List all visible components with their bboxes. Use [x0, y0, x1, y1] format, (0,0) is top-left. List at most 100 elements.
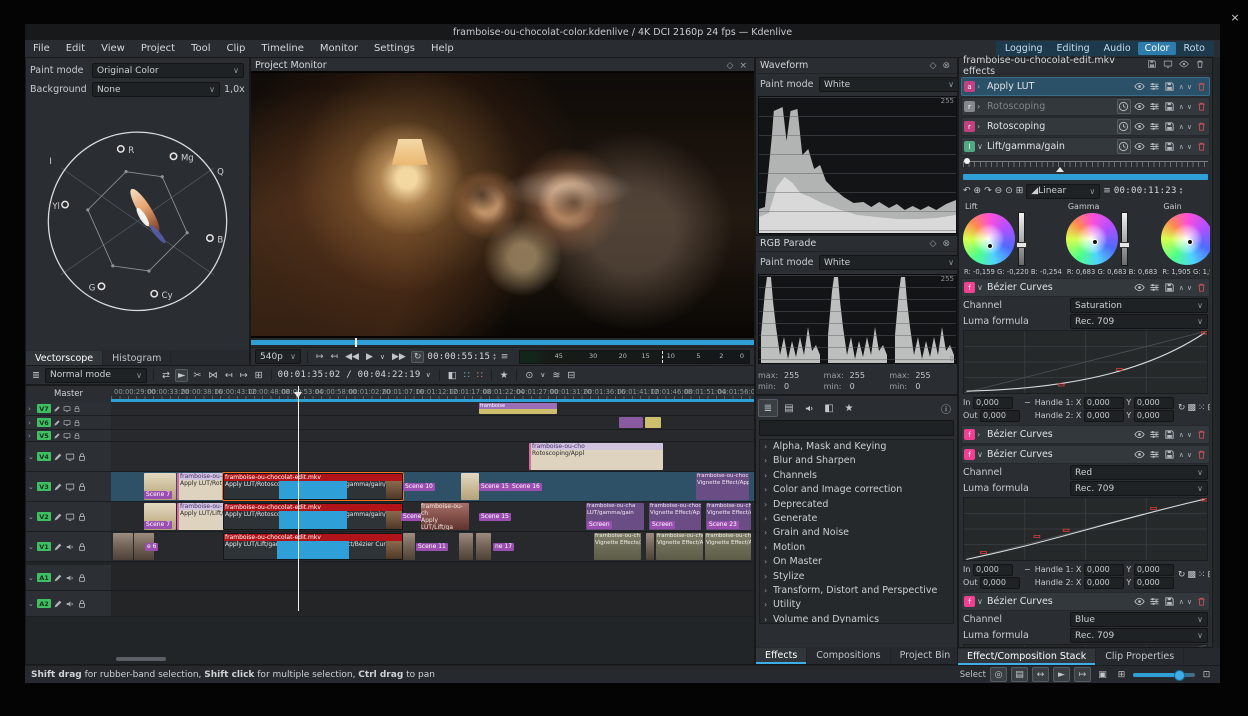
float-panel-icon[interactable]: ◇ [927, 61, 940, 71]
pencil-icon[interactable] [53, 599, 63, 609]
fast-forward-icon[interactable]: ▶▶ [390, 352, 408, 362]
zoom-slider-knob[interactable] [1174, 670, 1185, 681]
effect-stack-scrollbar[interactable] [1213, 57, 1220, 665]
menu-item-file[interactable]: File [25, 43, 58, 54]
favorites-icon[interactable]: ★ [840, 400, 858, 416]
gradient-background-icon[interactable]: ▩ [1187, 570, 1196, 580]
effects-category[interactable]: ›Color and Image correction [760, 483, 953, 497]
duplicate-keyframe-icon[interactable]: ⊞ [1016, 186, 1024, 196]
channel-select[interactable]: Saturation∨ [1070, 298, 1208, 313]
timeline-hscrollbar[interactable] [116, 657, 166, 661]
move-effect-down-icon[interactable]: ∨ [1187, 598, 1192, 606]
select-clips-icon[interactable]: ◎ [990, 667, 1007, 682]
menu-item-settings[interactable]: Settings [366, 43, 423, 54]
effects-category[interactable]: ›Alpha, Mask and Keying [760, 440, 953, 454]
workspace-tab-color[interactable]: Color [1138, 42, 1177, 55]
timeline-clip-label[interactable]: Scene 11 [416, 543, 448, 551]
workspace-tab-audio[interactable]: Audio [1097, 42, 1138, 55]
pencil-icon[interactable] [53, 405, 61, 413]
effect-collapse-icon[interactable]: ∨ [977, 283, 985, 292]
loop-zone-icon[interactable]: ↻ [411, 351, 425, 363]
reset-curve-icon[interactable]: ↻ [1178, 570, 1186, 580]
move-effect-up-icon[interactable]: ∧ [1179, 103, 1184, 111]
subtitle-icon[interactable]: ⊟ [565, 370, 577, 381]
timecode-spinner[interactable]: ▴▾ [1180, 187, 1183, 195]
keyframe-clock-icon[interactable] [1117, 99, 1131, 114]
lock-icon[interactable] [77, 573, 87, 583]
effect-row[interactable]: f›Bézier Curves∧∨ [961, 425, 1210, 444]
toggle-effect-icon[interactable] [1134, 282, 1146, 293]
pencil-icon[interactable] [53, 452, 63, 462]
luma-formula-select[interactable]: Rec. 709∨ [1070, 628, 1208, 643]
speaker-icon[interactable] [65, 599, 75, 609]
timeline-clip[interactable]: Scene 7 [144, 503, 176, 530]
tab-effects[interactable]: Effects [756, 648, 807, 664]
lock-icon[interactable] [77, 512, 87, 522]
handle1-y[interactable]: 0,000 [1134, 564, 1174, 576]
track-lane-v1[interactable]: e 6framboise-ou-chocolat-edit.mkvApply L… [111, 532, 755, 562]
reset-curve-icon[interactable]: ↻ [1178, 403, 1186, 413]
track-header-v4[interactable]: ⌄V4 [26, 442, 111, 472]
delete-effect-icon[interactable] [1195, 101, 1207, 112]
razor-tool-icon[interactable]: ✂ [191, 370, 203, 381]
keyframe-clock-icon[interactable] [1117, 139, 1131, 154]
float-panel-icon[interactable]: ◇ [927, 239, 940, 249]
wheel-level-slider[interactable] [1121, 212, 1128, 266]
audio-effects-icon[interactable] [800, 400, 818, 416]
timeline-clip[interactable]: framboise-ou-chApply LUT/Lift/ga [421, 503, 469, 530]
show-all-effects-icon[interactable]: ≣ [758, 399, 778, 417]
toggle-effect-icon[interactable] [1134, 596, 1146, 607]
menu-item-monitor[interactable]: Monitor [312, 43, 366, 54]
save-preset-icon[interactable] [1164, 596, 1176, 607]
timeline-clip[interactable]: framboise-ou-chocoVignette Effect/ApScre… [649, 503, 701, 530]
move-effect-up-icon[interactable]: ∧ [1179, 123, 1184, 131]
pencil-icon[interactable] [53, 482, 63, 492]
track-header-v6[interactable]: ›V6 [26, 416, 111, 430]
effect-row[interactable]: f∨Bézier Curves∧∨ [961, 592, 1210, 611]
track-collapse-icon[interactable]: ⌄ [28, 600, 35, 608]
float-panel-icon[interactable]: ◇ [724, 61, 737, 71]
tab-project-bin[interactable]: Project Bin [891, 648, 961, 664]
luma-formula-select[interactable]: Rec. 709∨ [1070, 314, 1208, 329]
record-icon[interactable]: ⊙ [523, 370, 535, 381]
audio-mixer-icon[interactable]: ≋ [550, 370, 562, 381]
track-lane-v5[interactable] [111, 430, 755, 442]
delete-effect-icon[interactable] [1195, 596, 1207, 607]
menu-item-edit[interactable]: Edit [58, 43, 93, 54]
screen-icon[interactable] [65, 452, 75, 462]
effect-params-icon[interactable] [1149, 282, 1161, 293]
effect-row[interactable]: l∨Lift/gamma/gain∧∨ [961, 137, 1210, 156]
move-effect-down-icon[interactable]: ∨ [1187, 83, 1192, 91]
effects-category[interactable]: ›Utility [760, 598, 953, 612]
close-icon[interactable]: × [1228, 10, 1242, 24]
keyframe-position-marker[interactable] [1056, 167, 1064, 172]
timeline-clip-label[interactable]: Scene 10 [403, 483, 435, 491]
out-value[interactable]: 0,000 [980, 410, 1020, 422]
slip-tool-icon[interactable]: ↤ [223, 370, 235, 381]
fit-zoom-icon[interactable]: ⊞ [1114, 668, 1129, 681]
effect-row[interactable]: r›Rotoscoping∧∨ [961, 97, 1210, 116]
toggle-effect-icon[interactable] [1134, 449, 1146, 460]
channel-select[interactable]: Blue∨ [1070, 612, 1208, 627]
timeline-menu-icon[interactable]: ≣ [30, 370, 42, 381]
transitions-icon[interactable]: ◧ [820, 400, 838, 416]
timeline-clip[interactable] [645, 417, 661, 428]
track-collapse-icon[interactable]: › [28, 405, 35, 413]
timeline-clip[interactable]: framboise-ou-chocolat-edit.mkvApply LUT/… [223, 533, 403, 560]
show-keyframes-icon[interactable] [1176, 59, 1192, 72]
pencil-icon[interactable] [53, 419, 61, 427]
wheel-cursor[interactable] [1187, 239, 1193, 245]
effects-category[interactable]: ›Deprecated [760, 498, 953, 512]
track-header-v7[interactable]: ›V7 [26, 402, 111, 416]
move-effect-up-icon[interactable]: ∧ [1179, 284, 1184, 292]
effect-params-icon[interactable] [1149, 121, 1161, 132]
delete-all-effects-icon[interactable] [1192, 59, 1208, 72]
track-header-v3[interactable]: ⌄V3 [26, 472, 111, 502]
handle1-x[interactable]: 0,000 [1084, 564, 1124, 576]
screen-icon[interactable] [63, 419, 71, 427]
rewind-icon[interactable]: ◀◀ [343, 352, 361, 362]
delete-effect-icon[interactable] [1195, 81, 1207, 92]
zoom-fit-icon[interactable]: ⊡ [1199, 668, 1214, 681]
effect-params-icon[interactable] [1149, 429, 1161, 440]
record-options-icon[interactable]: ∨ [538, 371, 547, 379]
